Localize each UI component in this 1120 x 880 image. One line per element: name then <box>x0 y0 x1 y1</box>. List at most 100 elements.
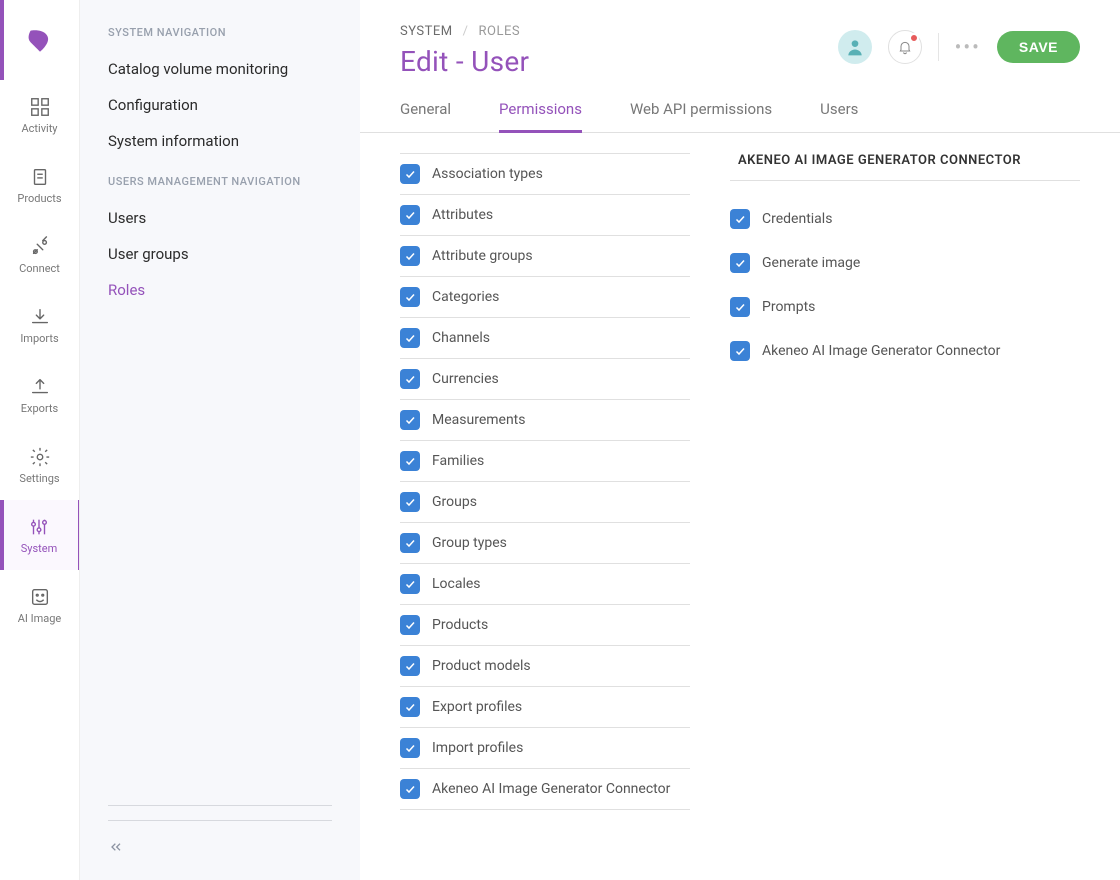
secnav-link-roles[interactable]: Roles <box>108 272 332 308</box>
permission-row[interactable]: Attribute groups <box>400 236 690 277</box>
rail-item-settings[interactable]: Settings <box>0 430 79 500</box>
rail-item-connect[interactable]: Connect <box>0 220 79 290</box>
permissions-list: Association types Attributes Attribute gro… <box>400 153 690 880</box>
sliders-icon <box>28 516 50 538</box>
checkbox[interactable] <box>730 297 750 317</box>
rail-item-products[interactable]: Products <box>0 150 79 220</box>
secnav-group-title: SYSTEM NAVIGATION <box>108 26 332 39</box>
tab-users[interactable]: Users <box>820 90 858 132</box>
checkbox[interactable] <box>400 410 420 430</box>
checkbox[interactable] <box>400 451 420 471</box>
checkbox[interactable] <box>400 574 420 594</box>
secnav-link-system-info[interactable]: System information <box>108 123 332 159</box>
permission-label: Import profiles <box>432 740 523 756</box>
checkbox[interactable] <box>400 533 420 553</box>
permission-label: Families <box>432 453 484 469</box>
permission-label: Locales <box>432 576 481 592</box>
rail-label: System <box>21 542 58 555</box>
permission-row[interactable]: Categories <box>400 277 690 318</box>
secnav-link-configuration[interactable]: Configuration <box>108 87 332 123</box>
rail-label: Imports <box>20 332 58 345</box>
permission-row[interactable]: Families <box>400 441 690 482</box>
permission-label: Attributes <box>432 207 493 223</box>
rail-item-system[interactable]: System <box>0 500 79 570</box>
option-row[interactable]: Credentials <box>730 197 1080 241</box>
checkbox[interactable] <box>400 492 420 512</box>
notifications-button[interactable] <box>888 30 922 64</box>
checkbox[interactable] <box>400 287 420 307</box>
checkbox[interactable] <box>400 779 420 799</box>
rail-item-ai-image[interactable]: AI Image <box>0 570 79 640</box>
checkbox[interactable] <box>400 738 420 758</box>
permission-row[interactable]: Association types <box>400 154 690 195</box>
tab-web-api-permissions[interactable]: Web API permissions <box>630 90 772 132</box>
checkbox[interactable] <box>400 205 420 225</box>
checkbox[interactable] <box>400 656 420 676</box>
breadcrumb: SYSTEM / ROLES <box>400 24 529 39</box>
secnav-link-catalog-volume[interactable]: Catalog volume monitoring <box>108 51 332 87</box>
gear-icon <box>29 446 51 468</box>
permission-row[interactable]: Attributes <box>400 195 690 236</box>
checkbox[interactable] <box>730 341 750 361</box>
divider <box>938 33 939 61</box>
permission-row[interactable]: Akeneo AI Image Generator Connector <box>400 769 690 810</box>
rail-item-activity[interactable]: Activity <box>0 80 79 150</box>
rail-label: AI Image <box>18 612 62 625</box>
option-label: Credentials <box>762 211 832 227</box>
permission-row[interactable]: Currencies <box>400 359 690 400</box>
checkbox[interactable] <box>400 697 420 717</box>
secnav-link-user-groups[interactable]: User groups <box>108 236 332 272</box>
chevron-double-left-icon <box>108 839 124 855</box>
checkbox[interactable] <box>400 246 420 266</box>
option-row[interactable]: Akeneo AI Image Generator Connector <box>730 329 1080 373</box>
option-label: Generate image <box>762 255 860 271</box>
permission-row[interactable]: Locales <box>400 564 690 605</box>
main-content: SYSTEM / ROLES Edit - User ••• SAVE <box>360 0 1120 880</box>
clipboard-icon <box>29 166 51 188</box>
crumb-system[interactable]: SYSTEM <box>400 24 453 39</box>
checkbox[interactable] <box>400 164 420 184</box>
permission-row[interactable]: Measurements <box>400 400 690 441</box>
panel-title: AKENEO AI IMAGE GENERATOR CONNECTOR <box>730 153 1080 181</box>
more-menu[interactable]: ••• <box>955 35 981 59</box>
checkbox[interactable] <box>730 209 750 229</box>
permission-label: Attribute groups <box>432 248 533 264</box>
notification-dot <box>909 33 919 43</box>
rail-item-exports[interactable]: Exports <box>0 360 79 430</box>
option-row[interactable]: Prompts <box>730 285 1080 329</box>
checkbox[interactable] <box>400 615 420 635</box>
rail-item-imports[interactable]: Imports <box>0 290 79 360</box>
permission-row[interactable]: Product models <box>400 646 690 687</box>
secnav-group-title: USERS MANAGEMENT NAVIGATION <box>108 175 332 188</box>
secnav-collapse[interactable] <box>108 820 332 860</box>
rail-label: Settings <box>19 472 59 485</box>
checkbox[interactable] <box>730 253 750 273</box>
permission-row[interactable]: Import profiles <box>400 728 690 769</box>
crumb-sep: / <box>463 24 469 39</box>
image-ai-icon <box>29 586 51 608</box>
secnav-link-users[interactable]: Users <box>108 200 332 236</box>
tab-permissions[interactable]: Permissions <box>499 90 582 133</box>
permission-row[interactable]: Channels <box>400 318 690 359</box>
checkbox[interactable] <box>400 328 420 348</box>
rail-label: Products <box>17 192 61 205</box>
secondary-nav: SYSTEM NAVIGATION Catalog volume monitor… <box>80 0 360 880</box>
permission-label: Group types <box>432 535 507 551</box>
permission-label: Categories <box>432 289 499 305</box>
tabs: General Permissions Web API permissions … <box>360 90 1120 133</box>
save-button[interactable]: SAVE <box>997 31 1080 63</box>
option-row[interactable]: Generate image <box>730 241 1080 285</box>
checkbox[interactable] <box>400 369 420 389</box>
permission-row[interactable]: Group types <box>400 523 690 564</box>
avatar[interactable] <box>838 30 872 64</box>
permission-row[interactable]: Products <box>400 605 690 646</box>
brand-logo[interactable] <box>0 0 79 80</box>
page-title: Edit - User <box>400 45 529 78</box>
tab-general[interactable]: General <box>400 90 451 132</box>
crumb-roles[interactable]: ROLES <box>479 24 521 39</box>
rail-label: Connect <box>19 262 60 275</box>
permission-row[interactable]: Groups <box>400 482 690 523</box>
permission-row[interactable]: Export profiles <box>400 687 690 728</box>
option-label: Akeneo AI Image Generator Connector <box>762 343 1000 359</box>
icon-rail: Activity Products Connect Imports Export… <box>0 0 80 880</box>
